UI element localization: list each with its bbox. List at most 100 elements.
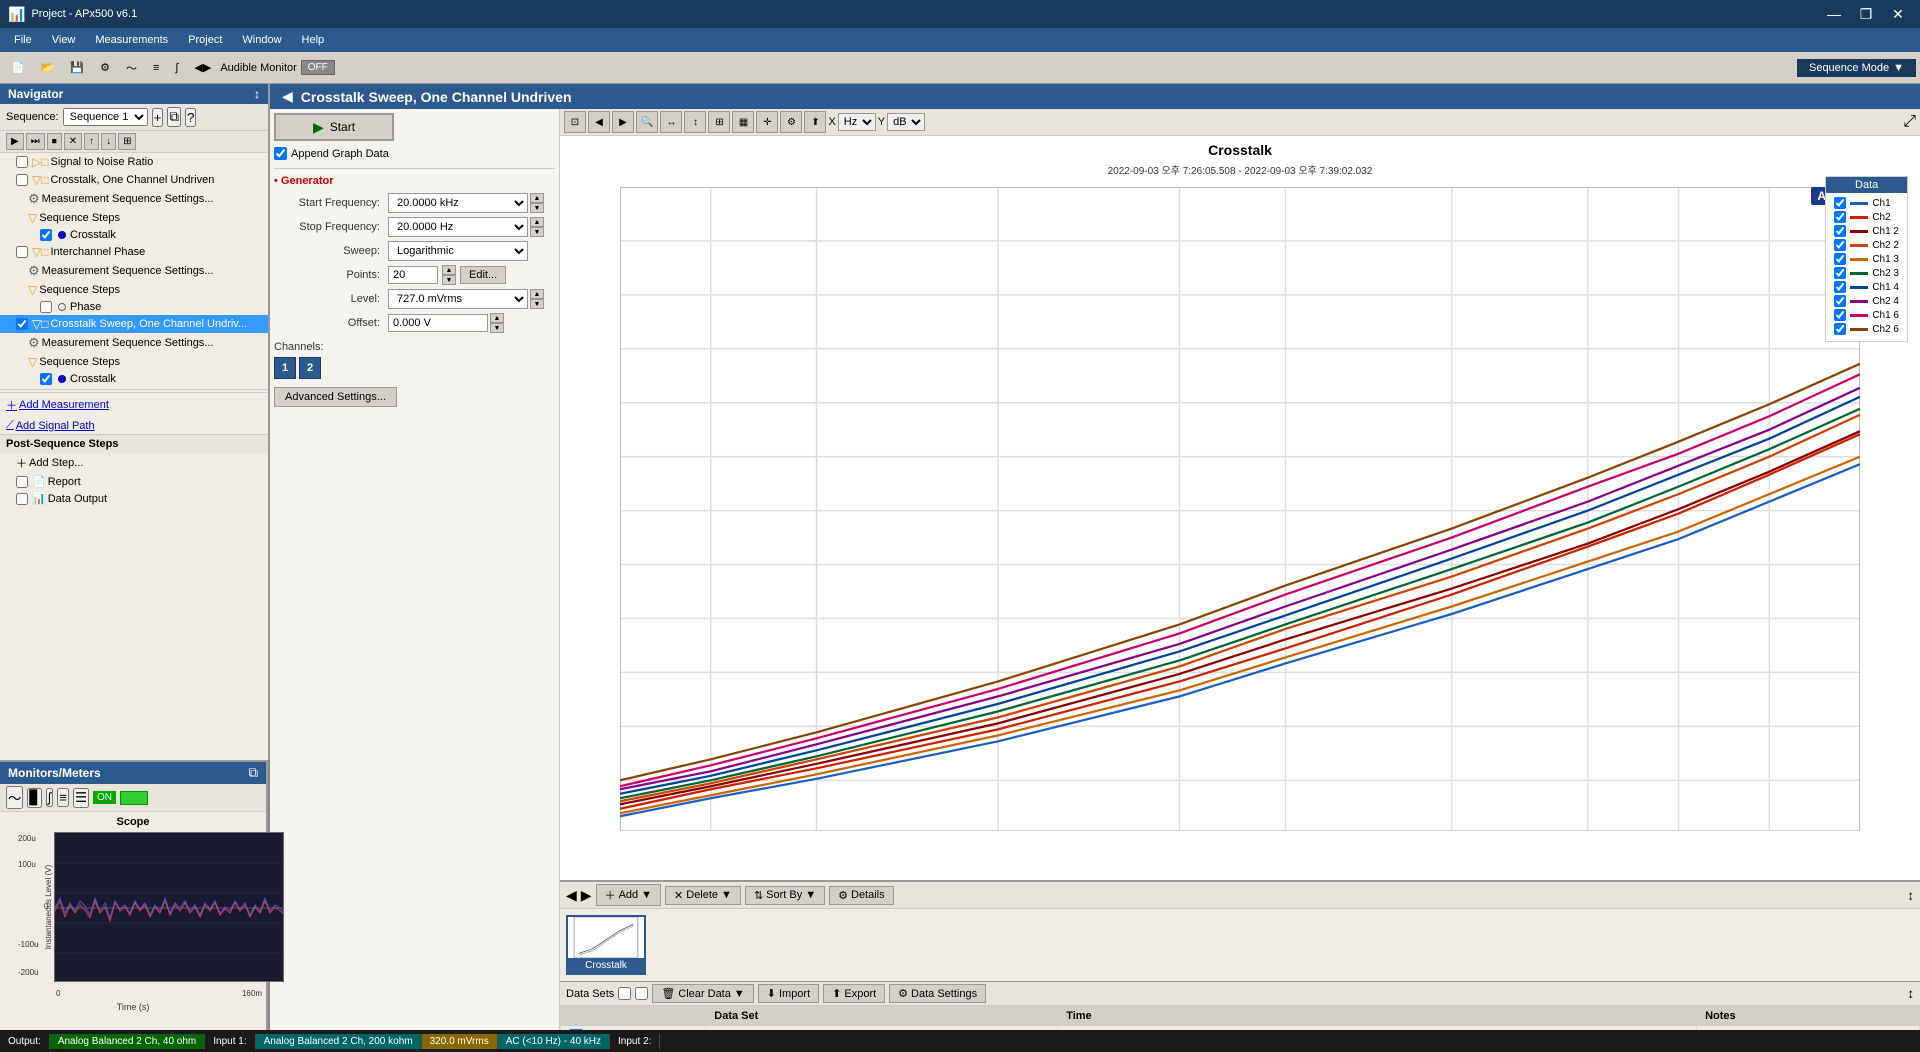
legend-ch1-2-checkbox[interactable] [1834, 225, 1846, 237]
sweep-select[interactable]: Logarithmic Linear [388, 241, 528, 261]
graph-settings-button[interactable]: ⚙ [780, 111, 802, 133]
sequence-select[interactable]: Sequence 1 [63, 108, 148, 126]
tree-item-data-output[interactable]: 📊 Data Output [0, 490, 268, 507]
sort-by-button[interactable]: ⇅ Sort By ▼ [745, 886, 825, 905]
menu-window[interactable]: Window [232, 32, 291, 48]
help-seq-button[interactable]: ? [185, 108, 196, 127]
phase-step-checkbox[interactable] [40, 301, 52, 313]
import-button[interactable]: ⬇ Import [758, 984, 819, 1003]
collapse-right-button[interactable]: ▶ [581, 887, 592, 904]
legend-ch2-3-checkbox[interactable] [1834, 267, 1846, 279]
copy-seq-button[interactable]: ⧉ [167, 107, 181, 127]
channel-1-button[interactable]: 1 [274, 357, 296, 379]
stop-button[interactable]: ⏹ [47, 133, 62, 150]
delete-button[interactable]: ✕ [64, 133, 82, 150]
level-up[interactable]: ▲ [530, 289, 544, 299]
legend-ch1-4-checkbox[interactable] [1834, 281, 1846, 293]
bottom-expand-button[interactable]: ↕ [1907, 888, 1914, 903]
start-freq-select[interactable]: 20.0000 kHz [388, 193, 528, 213]
y-axis-select[interactable]: dB [887, 113, 925, 131]
add-button[interactable]: ＋ Add ▼ [596, 884, 661, 906]
snr-checkbox[interactable] [16, 156, 28, 168]
tree-item-snr[interactable]: ▷□ Signal to Noise Ratio [0, 153, 268, 171]
legend-ch2-6-checkbox[interactable] [1834, 323, 1846, 335]
menu-view[interactable]: View [42, 32, 86, 48]
mon-list-btn[interactable]: ☰ [73, 788, 89, 808]
points-down[interactable]: ▼ [442, 275, 456, 285]
offset-input[interactable] [388, 314, 488, 332]
legend-ch2-4-checkbox[interactable] [1834, 295, 1846, 307]
graph-prev-button[interactable]: ◀ [588, 111, 610, 133]
data-settings-button[interactable]: ⚙ Data Settings [889, 984, 986, 1003]
play-button[interactable]: ◀▶ [187, 55, 218, 81]
monitors-popout-button[interactable]: ⧉ [248, 765, 258, 781]
tree-item-phase-step[interactable]: Phase [0, 299, 268, 315]
legend-ch1-3-checkbox[interactable] [1834, 253, 1846, 265]
points-up[interactable]: ▲ [442, 265, 456, 275]
tree-item-mss1[interactable]: ⚙ Measurement Sequence Settings... [0, 189, 268, 209]
interphase-checkbox[interactable] [16, 246, 28, 258]
navigator-expand-icon[interactable]: ↕ [254, 87, 260, 101]
data-output-checkbox[interactable] [16, 493, 28, 505]
menu-file[interactable]: File [4, 32, 42, 48]
play-all-button[interactable]: ▶ [6, 133, 24, 150]
legend-ch1-6-checkbox[interactable] [1834, 309, 1846, 321]
fft-button[interactable]: ∫ [168, 55, 185, 81]
graph-zoom-x-button[interactable]: ↔ [660, 111, 682, 133]
graph-zoom-button[interactable]: 🔍 [636, 111, 658, 133]
mon-bar-btn[interactable]: ▊ [27, 788, 41, 808]
stop-freq-up[interactable]: ▲ [530, 217, 544, 227]
maximize-button[interactable]: ❐ [1852, 4, 1880, 24]
datasets-expand-button[interactable]: ↕ [1907, 986, 1914, 1001]
advanced-settings-button[interactable]: Advanced Settings... [274, 387, 397, 407]
tree-item-crosstalk-step2[interactable]: Crosstalk [0, 371, 268, 387]
start-freq-up[interactable]: ▲ [530, 193, 544, 203]
open-button[interactable]: 📂 [34, 55, 62, 81]
crosstalk-step2-checkbox[interactable] [40, 373, 52, 385]
stop-freq-select[interactable]: 20.0000 Hz [388, 217, 528, 237]
datasets-check-all[interactable] [618, 987, 631, 1000]
start-freq-down[interactable]: ▼ [530, 203, 544, 213]
clear-data-button[interactable]: 🗑 Clear Data ▼ [652, 984, 753, 1003]
tree-item-crosstalk-sweep[interactable]: ▽□ Crosstalk Sweep, One Channel Undriv..… [0, 315, 268, 333]
tree-item-interphase[interactable]: ▽□ Interchannel Phase [0, 243, 268, 261]
mon-waveform-btn[interactable]: 〜 [6, 786, 23, 809]
graph-svg[interactable]: -75 -80 -85 -90 -95 -100 -105 -110 -115 … [620, 187, 1860, 831]
back-button[interactable]: ◀ [282, 88, 293, 105]
offset-up[interactable]: ▲ [490, 313, 504, 323]
new-button[interactable]: 📄 [4, 55, 32, 81]
graph-cursor-button[interactable]: ✛ [756, 111, 778, 133]
graph-home-button[interactable]: ⊡ [564, 111, 586, 133]
tree-item-seqsteps2[interactable]: ▽ Sequence Steps [0, 281, 268, 299]
mon-table-btn[interactable]: ≡ [57, 788, 69, 807]
tree-item-report[interactable]: 📄 Report [0, 473, 268, 490]
delete-button[interactable]: ✕ Delete ▼ [665, 886, 741, 905]
graph-expand-button[interactable]: ⤢ [1903, 113, 1916, 131]
add-measurement-link[interactable]: ＋ Add Measurement [6, 397, 109, 413]
tree-item-crosstalk-step1[interactable]: Crosstalk [0, 227, 268, 243]
up-button[interactable]: ↑ [84, 133, 99, 150]
append-checkbox[interactable] [274, 147, 287, 160]
tree-item-seqsteps1[interactable]: ▽ Sequence Steps [0, 209, 268, 227]
legend-ch2-checkbox[interactable] [1834, 211, 1846, 223]
monitors-on-badge[interactable]: ON [93, 791, 116, 804]
waveform-button[interactable]: 〜 [119, 55, 144, 81]
mon-fft-btn[interactable]: ∫ [46, 788, 54, 807]
stop-freq-down[interactable]: ▼ [530, 227, 544, 237]
crosstalk-sweep-checkbox[interactable] [16, 318, 28, 330]
audible-off-badge[interactable]: OFF [301, 60, 335, 75]
crosstalk-oc-checkbox[interactable] [16, 174, 28, 186]
report-checkbox[interactable] [16, 476, 28, 488]
menu-project[interactable]: Project [178, 32, 232, 48]
save-button[interactable]: 💾 [63, 55, 91, 81]
minimize-button[interactable]: — [1820, 4, 1848, 24]
export-button[interactable]: ⬆ Export [823, 984, 885, 1003]
level-down[interactable]: ▼ [530, 299, 544, 309]
tree-item-seqsteps3[interactable]: ▽ Sequence Steps [0, 353, 268, 371]
start-button[interactable]: ▶ Start [274, 113, 394, 141]
list-button[interactable]: ≡ [146, 55, 166, 81]
graph-zoom-y-button[interactable]: ↕ [684, 111, 706, 133]
graph-next-button[interactable]: ▶ [612, 111, 634, 133]
graph-table-button[interactable]: ▦ [732, 111, 754, 133]
settings-button[interactable]: ⚙ [93, 55, 117, 81]
